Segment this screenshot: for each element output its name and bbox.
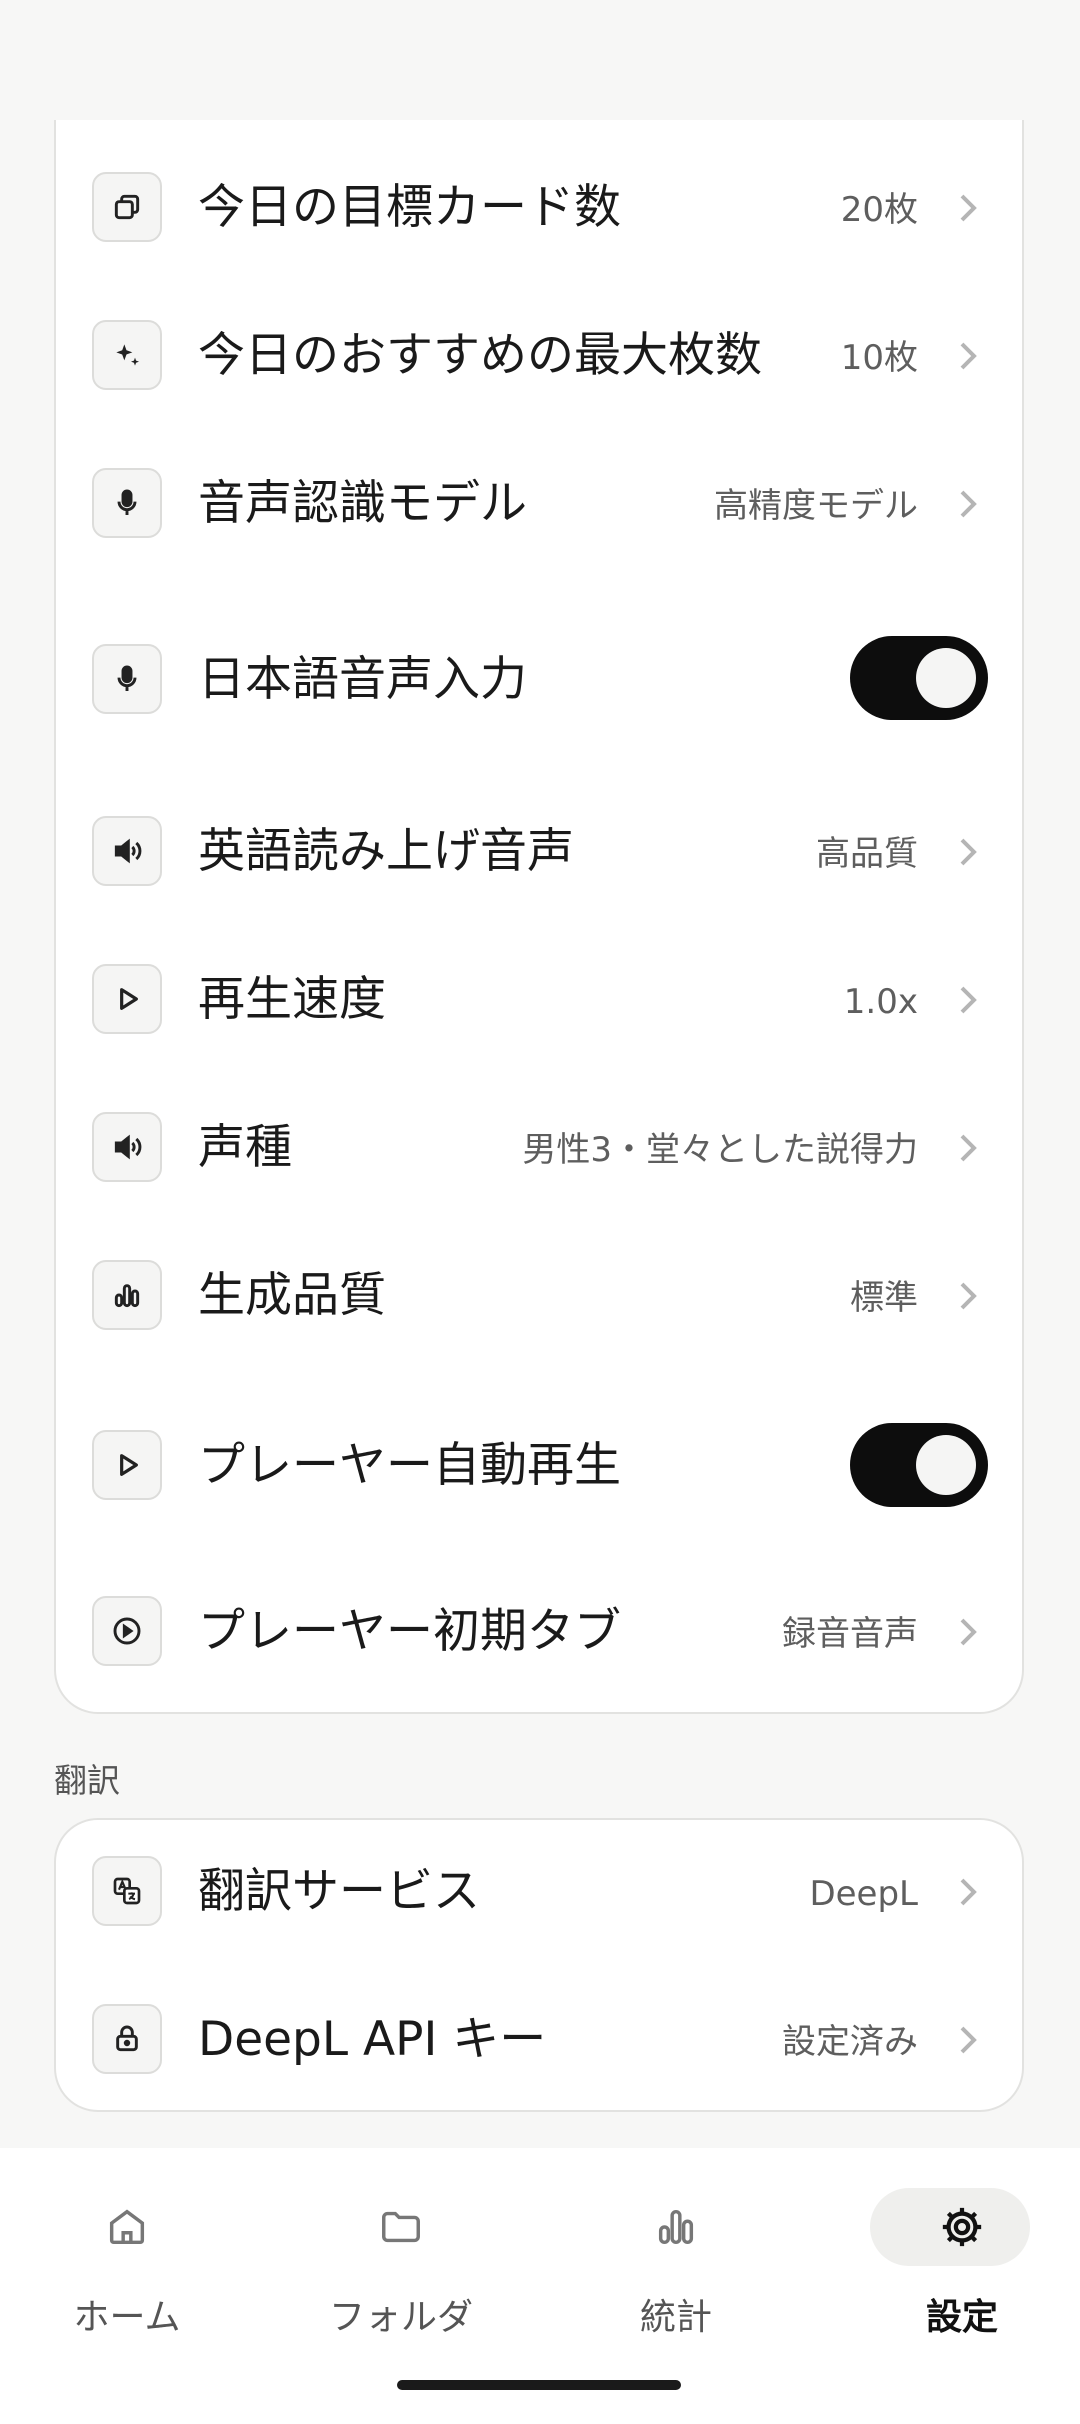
play-icon [92,964,162,1034]
setting-row-recommend-max[interactable]: 今日のおすすめの最大枚数 10枚 [56,296,1022,444]
setting-row-voice-type[interactable]: 声種 男性3・堂々とした説得力 [56,1088,1022,1236]
nav-label: 統計 [639,2297,712,2338]
nav-label: ホーム [73,2297,181,2338]
setting-label: 翻訳サービス [198,1864,480,1919]
setting-value: 標準 [850,1278,918,1318]
toggle-knob [916,1435,976,1495]
speaker-icon [92,816,162,886]
setting-label: 日本語音声入力 [198,652,527,707]
cards-icon [92,172,162,242]
play-circle-icon [92,1596,162,1666]
setting-row-daily-goal[interactable]: 今日の目標カード数 20枚 [56,120,1022,296]
setting-value: 1.0x [843,982,918,1022]
setting-row-deepl-api-key[interactable]: DeepL API キー 設定済み [56,1968,1022,2114]
setting-value: 設定済み [782,2022,918,2062]
play-icon [92,1430,162,1500]
setting-label: プレーヤー自動再生 [198,1438,621,1493]
chevron-right-icon [960,838,977,866]
chevron-right-icon [960,1878,977,1906]
nav-label: 設定 [925,2297,998,2338]
microphone-icon [92,644,162,714]
sparkle-icon [92,320,162,390]
setting-value: 10枚 [840,338,918,378]
chevron-right-icon [960,1618,977,1646]
setting-label: 今日の目標カード数 [198,180,621,235]
chevron-right-icon [960,1282,977,1310]
setting-label: 再生速度 [198,972,386,1027]
translate-icon [92,1856,162,1926]
nav-item-settings[interactable]: 設定 [862,2188,1062,2338]
chevron-right-icon [960,342,977,370]
setting-value: 高品質 [816,834,918,874]
nav-item-stats[interactable]: 統計 [576,2188,776,2338]
player-autoplay-toggle[interactable] [850,1423,988,1507]
settings-card: 今日の目標カード数 20枚 今日のおすすめの最大枚数 10枚 音声認識モデル 高… [54,120,1024,1714]
chevron-right-icon [960,2026,977,2054]
setting-row-japanese-voice-input: 日本語音声入力 [56,592,1022,792]
nav-item-folder[interactable]: フォルダ [301,2188,501,2338]
translation-card: 翻訳サービス DeepL DeepL API キー 設定済み [54,1818,1024,2112]
folder-icon [382,2211,420,2243]
setting-row-player-default-tab[interactable]: プレーヤー初期タブ 録音音声 [56,1556,1022,1712]
lock-icon [92,2004,162,2074]
home-icon [109,2209,145,2245]
setting-label: 英語読み上げ音声 [198,824,574,879]
chevron-right-icon [960,986,977,1014]
setting-row-playback-speed[interactable]: 再生速度 1.0x [56,940,1022,1088]
setting-row-english-voice[interactable]: 英語読み上げ音声 高品質 [56,792,1022,940]
setting-value: 高精度モデル [714,486,918,526]
nav-label: フォルダ [328,2297,473,2338]
chevron-right-icon [960,1134,977,1162]
microphone-icon [92,468,162,538]
gear-icon [942,2207,982,2247]
chevron-right-icon [960,490,977,518]
setting-value: DeepL [809,1874,918,1914]
setting-label: DeepL API キー [198,2012,547,2067]
chevron-right-icon [960,194,977,222]
setting-row-translation-service[interactable]: 翻訳サービス DeepL [56,1820,1022,1968]
setting-label: プレーヤー初期タブ [198,1604,621,1659]
nav-item-home[interactable]: ホーム [27,2188,227,2338]
setting-label: 今日のおすすめの最大枚数 [198,328,762,383]
japanese-voice-input-toggle[interactable] [850,636,988,720]
home-indicator [397,2380,681,2390]
speaker-icon [92,1112,162,1182]
toggle-knob [916,648,976,708]
setting-label: 生成品質 [198,1268,386,1323]
setting-row-player-autoplay: プレーヤー自動再生 [56,1384,1022,1584]
stats-icon [658,2209,694,2245]
section-title-translation: 翻訳 [54,1761,120,1800]
setting-value: 録音音声 [782,1614,918,1654]
bar-chart-icon [92,1260,162,1330]
setting-value: 20枚 [840,190,918,230]
setting-label: 音声認識モデル [198,476,527,531]
setting-value: 男性3・堂々とした説得力 [522,1130,918,1170]
setting-row-generation-quality[interactable]: 生成品質 標準 [56,1236,1022,1384]
setting-row-speech-model[interactable]: 音声認識モデル 高精度モデル [56,444,1022,592]
setting-label: 声種 [198,1120,292,1175]
